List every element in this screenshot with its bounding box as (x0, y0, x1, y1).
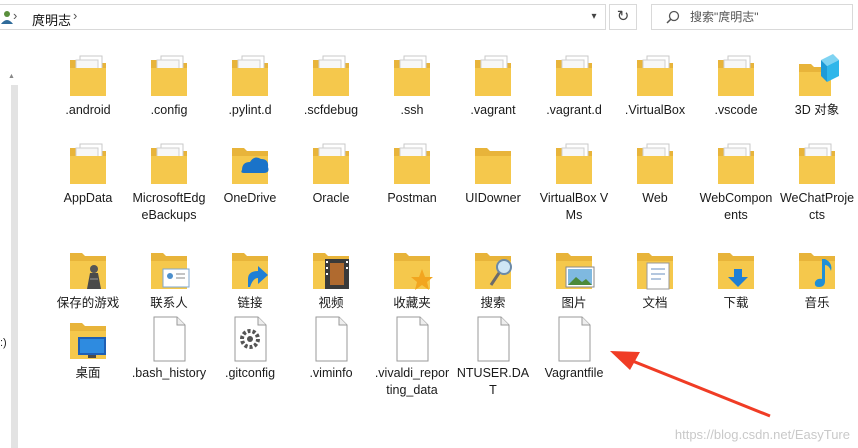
file-item-label: 视频 (318, 296, 344, 310)
folder-json-icon: {} (714, 52, 758, 100)
file-item[interactable]: VirtualBox VMs (532, 140, 616, 250)
file-item[interactable]: AppData (46, 140, 130, 250)
folder-vscode-icon (147, 52, 191, 100)
folder-docs-icon (471, 52, 515, 100)
folder-docs-icon (309, 140, 353, 188)
favorites-folder-icon (390, 245, 434, 293)
file-item-label: VirtualBox VMs (539, 191, 609, 222)
links-folder-icon (228, 245, 272, 293)
file-item-label: Postman (387, 191, 437, 205)
folder-web-icon (714, 140, 758, 188)
file-item-label: 文档 (642, 296, 668, 310)
folder-docs-icon (147, 140, 191, 188)
file-item[interactable]: NTUSER.DAT (451, 315, 535, 425)
folder-docs-icon (390, 140, 434, 188)
file-icon (552, 315, 596, 363)
folder-3d-icon (795, 52, 839, 100)
file-item-label: OneDrive (223, 191, 277, 205)
file-item-label: MicrosoftEdgeBackups (132, 191, 206, 222)
file-item-label: 收藏夹 (393, 296, 431, 310)
file-icon (309, 315, 353, 363)
folder-docs-icon (66, 52, 110, 100)
music-folder-icon (795, 245, 839, 293)
file-item-label: Web (642, 191, 668, 205)
folder-json-icon: {} (309, 52, 353, 100)
config-file-icon (228, 315, 272, 363)
file-item-label: .viminfo (309, 366, 353, 380)
file-item[interactable]: WebComponents (694, 140, 778, 250)
file-item[interactable]: 音乐 (775, 245, 858, 355)
folder-empty-icon (471, 140, 515, 188)
file-item-label: .android (65, 103, 111, 117)
file-item-label: .vagrant (470, 103, 516, 117)
file-item-label: .bash_history (131, 366, 207, 380)
file-item-label: Oracle (312, 191, 350, 205)
file-item-label: .gitconfig (224, 366, 276, 380)
file-item-label: 桌面 (75, 366, 101, 380)
file-item-label: .vscode (714, 103, 758, 117)
searches-folder-icon (471, 245, 515, 293)
file-item-label: .ssh (400, 103, 424, 117)
file-item-label: NTUSER.DAT (456, 366, 530, 397)
file-item[interactable]: Oracle (289, 140, 373, 250)
file-item[interactable]: .bash_history (127, 315, 211, 425)
file-item[interactable]: .vivaldi_reporting_data (370, 315, 454, 425)
documents-folder-icon (633, 245, 677, 293)
file-item-label: 链接 (237, 296, 263, 310)
watermark: https://blog.csdn.net/EasyTure (674, 427, 850, 442)
file-item[interactable]: 下载 (694, 245, 778, 355)
file-item-label: 搜索 (480, 296, 506, 310)
desktop-folder-icon (66, 315, 110, 363)
file-icon (390, 315, 434, 363)
file-icon (471, 315, 515, 363)
file-item-label: .VirtualBox (624, 103, 686, 117)
file-item-label: .vivaldi_reporting_data (374, 366, 450, 397)
folder-docs-icon (795, 140, 839, 188)
file-item-label: 音乐 (804, 296, 830, 310)
saved-games-folder-icon (66, 245, 110, 293)
file-item[interactable]: .viminfo (289, 315, 373, 425)
file-item[interactable]: Postman (370, 140, 454, 250)
folder-docs-icon (552, 52, 596, 100)
file-item[interactable]: UIDowner (451, 140, 535, 250)
onedrive-folder-icon (228, 140, 272, 188)
file-item[interactable]: MicrosoftEdgeBackups (127, 140, 211, 250)
folder-docs-icon (66, 140, 110, 188)
file-item-label: 下载 (723, 296, 749, 310)
file-item[interactable]: 文档 (613, 245, 697, 355)
file-icon (147, 315, 191, 363)
annotation-arrow (610, 351, 771, 418)
file-item-label: AppData (63, 191, 113, 205)
downloads-folder-icon (714, 245, 758, 293)
file-item[interactable]: .gitconfig (208, 315, 292, 425)
folder-vscode-icon (633, 52, 677, 100)
folder-docs-icon (633, 140, 677, 188)
file-item[interactable]: 桌面 (46, 315, 130, 425)
file-item-label: WebComponents (699, 191, 773, 222)
file-item-label: WeChatProjects (779, 191, 855, 222)
file-item-label: 图片 (561, 296, 587, 310)
file-item-label: 联系人 (150, 296, 188, 310)
file-item[interactable]: WeChatProjects (775, 140, 858, 250)
folder-docs-icon (228, 52, 272, 100)
file-item-label: .config (150, 103, 188, 117)
videos-folder-icon (309, 245, 353, 293)
contacts-folder-icon (147, 245, 191, 293)
file-item-label: 保存的游戏 (56, 296, 120, 310)
folder-vscode-icon (390, 52, 434, 100)
folder-docs-icon (552, 140, 596, 188)
file-item-label: .vagrant.d (546, 103, 602, 117)
file-item[interactable]: Web (613, 140, 697, 250)
pictures-folder-icon (552, 245, 596, 293)
file-item-label: .pylint.d (228, 103, 272, 117)
file-item[interactable]: OneDrive (208, 140, 292, 250)
file-item-label: .scfdebug (303, 103, 359, 117)
file-item-label: UIDowner (465, 191, 521, 205)
file-item-label: 3D 对象 (794, 103, 840, 117)
